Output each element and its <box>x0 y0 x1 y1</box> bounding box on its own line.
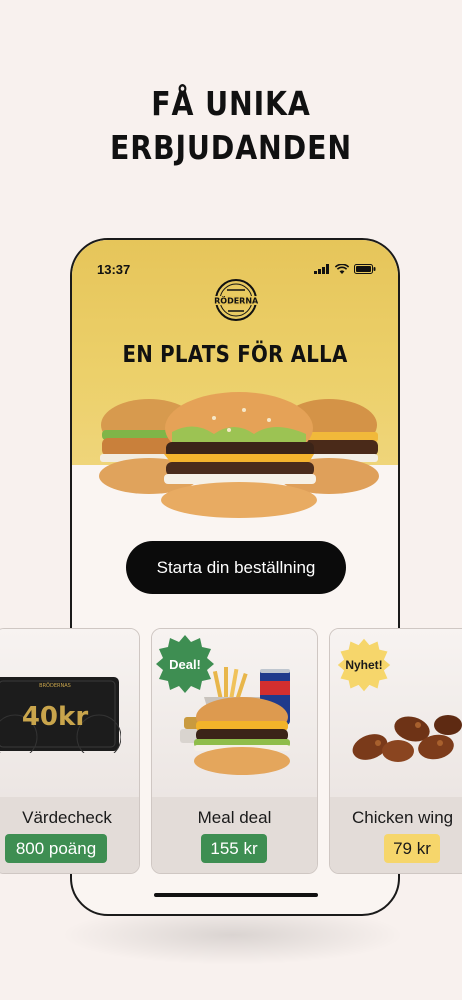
card-title: Meal deal <box>197 808 272 827</box>
card-chicken-wing[interactable]: Nyhet! Chicken wing 79 kr <box>329 628 462 874</box>
deal-badge-label: Deal! <box>169 656 201 672</box>
chicken-wings-image <box>352 715 462 762</box>
status-time: 13:37 <box>97 261 131 277</box>
price-tag: 155 kr <box>201 834 267 863</box>
deal-badge: Deal! <box>154 633 216 695</box>
new-badge-label: Nyhet! <box>345 658 383 672</box>
voucher-value: 40kr <box>22 702 88 732</box>
new-badge: Nyhet! <box>336 637 392 693</box>
wifi-icon <box>335 264 349 274</box>
price-tag: 79 kr <box>384 834 440 863</box>
headline-line-1: FÅ UNIKA <box>151 84 311 123</box>
brand-logo-text: BRÖDERNAS <box>214 296 258 306</box>
signal-icon <box>314 264 329 274</box>
home-indicator <box>154 893 318 897</box>
headline-line-2: ERBJUDANDEN <box>110 128 352 167</box>
battery-icon <box>354 264 376 274</box>
headline: FÅ UNIKA ERBJUDANDEN <box>32 82 429 170</box>
voucher-brand: BRÖDERNAS <box>39 682 71 689</box>
card-title: Värdecheck <box>22 808 112 827</box>
status-bar: 13:37 <box>97 260 376 278</box>
start-order-button[interactable]: Starta din beställning <box>126 541 346 594</box>
voucher-image: BRÖDERNAS 40kr <box>0 677 121 753</box>
card-image: BRÖDERNAS 40kr <box>0 629 139 797</box>
hero-tagline: EN PLATS FÖR ALLA <box>122 342 348 368</box>
card-vardecheck[interactable]: BRÖDERNAS 40kr Värdecheck 800 poäng <box>0 628 140 874</box>
price-tag: 800 poäng <box>5 834 107 863</box>
burgers-image <box>99 392 379 518</box>
card-meal-deal[interactable]: Deal! Meal deal 155 kr <box>151 628 318 874</box>
card-title: Chicken wing <box>352 808 454 827</box>
status-icons <box>314 264 376 274</box>
brand-logo: BRÖDERNAS <box>214 279 258 321</box>
